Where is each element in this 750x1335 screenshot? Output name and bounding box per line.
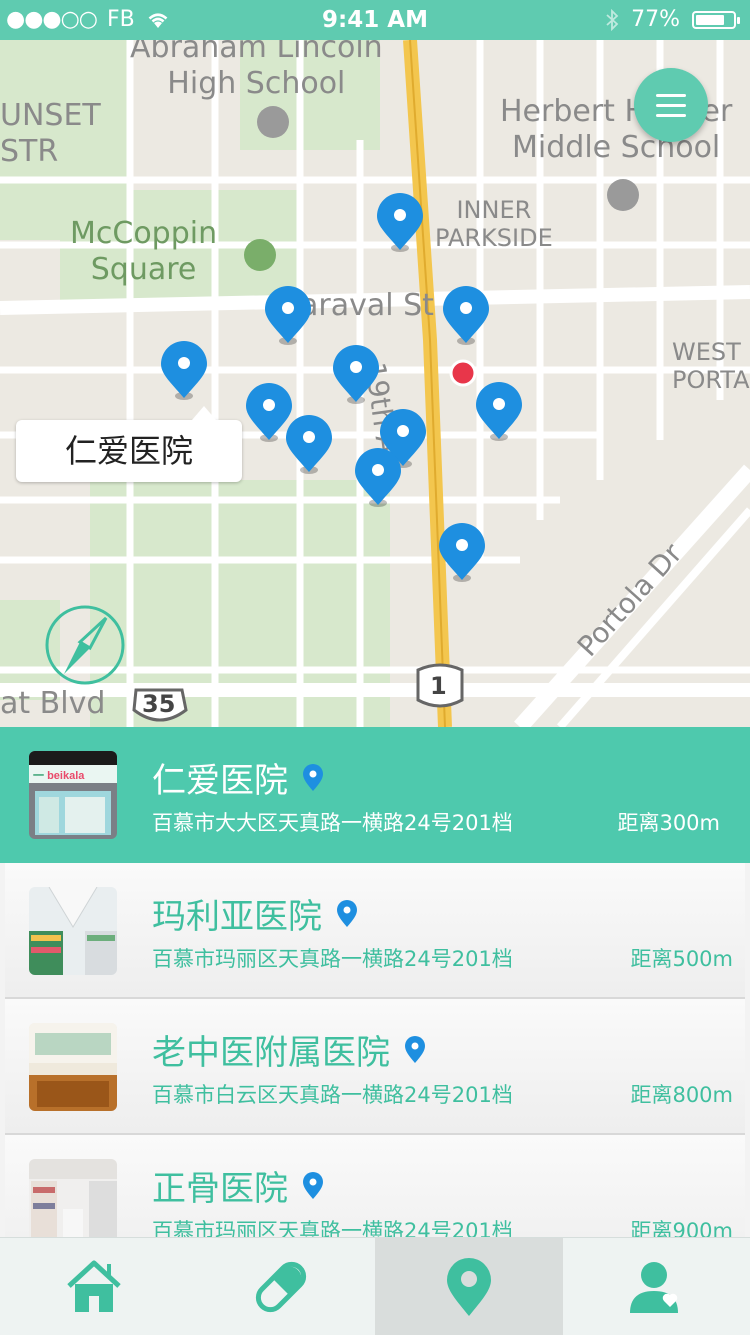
svg-text:一 beikala: 一 beikala: [33, 770, 85, 782]
menu-icon-line: [656, 114, 686, 117]
hospital-distance: 距离500m: [630, 943, 733, 973]
map-pin-icon: [262, 283, 314, 347]
highway-1-label: 1: [430, 668, 447, 704]
menu-icon-line: [656, 104, 686, 107]
tab-medicine[interactable]: [188, 1238, 376, 1335]
hospital-list[interactable]: 一 beikala 仁爱医院百慕市大大区天真路一横路24号201档 距离300m 玛利…: [0, 727, 750, 1237]
location-icon: [444, 1256, 494, 1318]
map-callout[interactable]: 仁爱医院: [16, 420, 242, 482]
hospital-name: 仁爱医院: [152, 753, 288, 802]
hospital-list-item[interactable]: 一 beikala 仁爱医院百慕市大大区天真路一横路24号201档 距离300m: [0, 727, 750, 863]
home-icon: [65, 1258, 123, 1316]
hospital-address: 百慕市大大区天真路一横路24号201档: [152, 807, 513, 837]
hospital-thumbnail: [29, 887, 117, 975]
tab-home[interactable]: [0, 1238, 188, 1335]
map-pin-icon: [440, 283, 492, 347]
hospital-name-row: 仁爱医院: [152, 753, 324, 802]
map-label-school: Abraham Lincoln High School: [130, 40, 383, 102]
hospital-name-row: 正骨医院: [152, 1161, 324, 1210]
map-label-blvd: at Blvd: [0, 686, 105, 722]
hospital-thumbnail: [29, 1023, 117, 1111]
hospital-map-pin[interactable]: [436, 520, 488, 584]
location-pin-icon: [404, 1036, 426, 1064]
menu-icon-line: [656, 94, 686, 97]
location-pin-icon: [336, 900, 358, 928]
highway-35-label: 35: [142, 686, 175, 722]
status-bar: ●●●○○ FB 9:41 AM 77%: [0, 0, 750, 40]
location-pin-icon: [302, 1172, 324, 1200]
map-pin-icon: [436, 520, 488, 584]
hospital-distance: 距离900m: [630, 1215, 733, 1237]
hospital-list-item[interactable]: 玛利亚医院百慕市玛丽区天真路一横路24号201档 距离500m: [5, 863, 745, 999]
bluetooth-icon: [605, 9, 619, 31]
hospital-name: 玛利亚医院: [152, 889, 322, 938]
hospital-list-item[interactable]: 老中医附属医院百慕市白云区天真路一横路24号201档 距离800m: [5, 999, 745, 1135]
hospital-map-pin[interactable]: [158, 338, 210, 402]
hospital-name-row: 老中医附属医院: [152, 1025, 426, 1074]
map-view[interactable]: Abraham Lincoln High School UNSET STR He…: [0, 40, 750, 727]
map-label-west-portal: WEST PORTA: [672, 338, 750, 394]
hospital-name: 老中医附属医院: [152, 1025, 390, 1074]
tab-location[interactable]: [375, 1238, 563, 1335]
hospital-distance: 距离800m: [630, 1079, 733, 1109]
pill-icon: [250, 1256, 312, 1318]
map-pin-icon: [374, 190, 426, 254]
hospital-address: 百慕市白云区天真路一横路24号201档: [152, 1079, 513, 1109]
location-pin-icon: [302, 764, 324, 792]
profile-icon: [626, 1257, 686, 1317]
map-pin-icon: [283, 412, 335, 476]
hospital-map-pin[interactable]: [283, 412, 335, 476]
menu-button[interactable]: [634, 68, 708, 142]
tab-bar: [0, 1237, 750, 1335]
battery-percent: 77%: [631, 7, 680, 32]
hospital-map-pin[interactable]: [374, 190, 426, 254]
hospital-distance: 距离300m: [617, 807, 720, 837]
hospital-map-pin[interactable]: [352, 445, 404, 509]
map-pin-icon: [352, 445, 404, 509]
hospital-address: 百慕市玛丽区天真路一横路24号201档: [152, 1215, 513, 1237]
map-label-mccoppin: McCoppin Square: [70, 216, 217, 288]
map-label-sunset: UNSET STR: [0, 98, 101, 170]
hospital-list-item[interactable]: 正骨医院百慕市玛丽区天真路一横路24号201档 距离900m: [5, 1135, 745, 1237]
hospital-name-row: 玛利亚医院: [152, 889, 358, 938]
map-label-inner-parkside: INNER PARKSIDE: [435, 196, 553, 252]
map-label-taraval: araval St: [300, 288, 434, 324]
tab-profile[interactable]: [563, 1238, 750, 1335]
hospital-map-pin[interactable]: [262, 283, 314, 347]
hospital-map-pin[interactable]: [330, 342, 382, 406]
hospital-map-pin[interactable]: [473, 379, 525, 443]
map-pin-icon: [158, 338, 210, 402]
hospital-address: 百慕市玛丽区天真路一横路24号201档: [152, 943, 513, 973]
battery-icon: [692, 11, 736, 29]
hospital-map-pin[interactable]: [440, 283, 492, 347]
map-pin-icon: [330, 342, 382, 406]
current-location-dot: [449, 359, 477, 387]
compass-icon[interactable]: [44, 604, 126, 686]
hospital-thumbnail: 一 beikala: [29, 751, 117, 839]
hospital-thumbnail: [29, 1159, 117, 1237]
map-pin-icon: [473, 379, 525, 443]
hospital-name: 正骨医院: [152, 1161, 288, 1210]
